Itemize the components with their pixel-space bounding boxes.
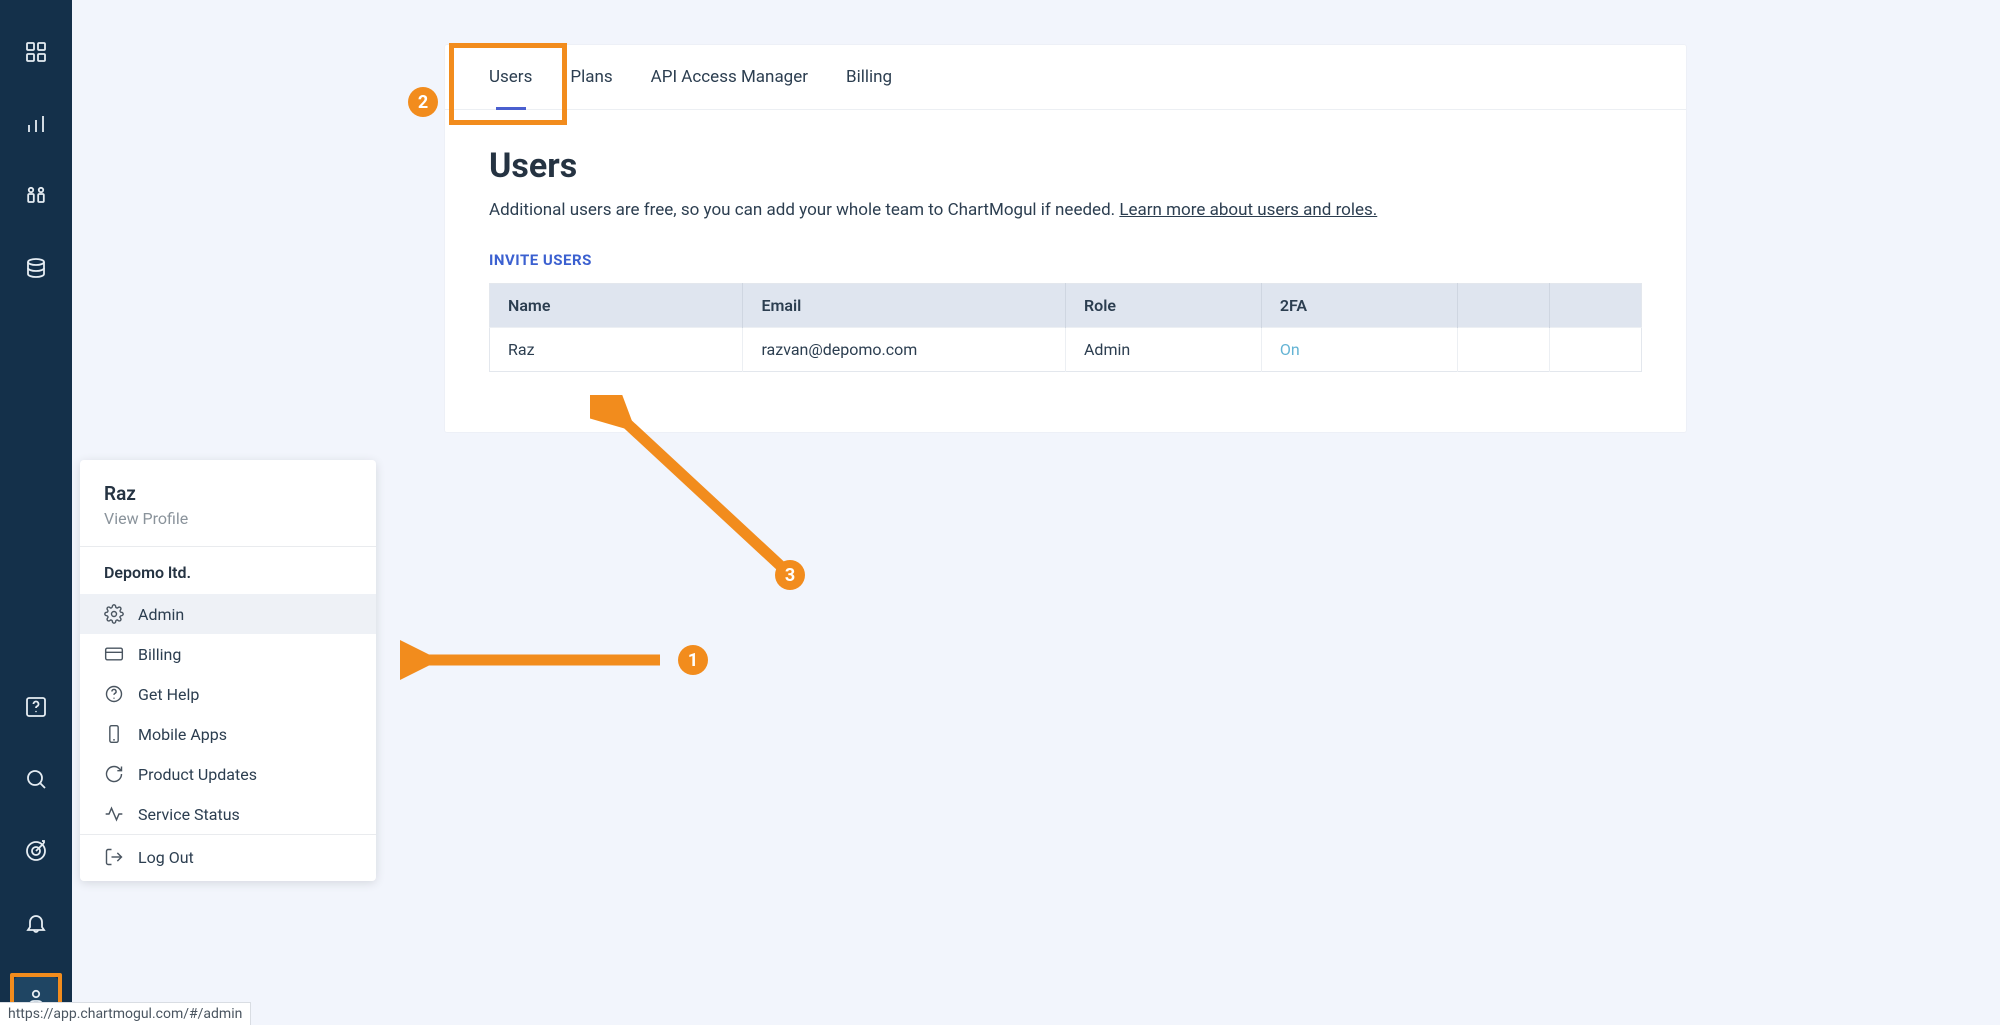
- popover-item-label: Product Updates: [138, 765, 257, 784]
- gear-icon: [104, 604, 124, 624]
- cell-spare-2: [1549, 328, 1641, 372]
- popover-org-name: Depomo ltd.: [80, 547, 376, 594]
- popover-item-updates[interactable]: Product Updates: [80, 754, 376, 794]
- col-spare-1: [1457, 284, 1549, 328]
- rail-segments-icon[interactable]: [14, 174, 58, 218]
- annotation-badge-2: 2: [408, 87, 438, 117]
- tab-billing[interactable]: Billing: [846, 45, 892, 109]
- popover-user-name: Raz: [104, 482, 352, 505]
- invite-users-link[interactable]: INVITE USERS: [489, 251, 592, 269]
- users-table: Name Email Role 2FA Raz razvan@depomo.co…: [489, 283, 1642, 372]
- popover-item-logout[interactable]: Log Out: [80, 835, 376, 881]
- rail-dashboard-icon[interactable]: [14, 30, 58, 74]
- pulse-icon: [104, 804, 124, 824]
- col-role: Role: [1065, 284, 1261, 328]
- profile-popover: Raz View Profile Depomo ltd. Admin Billi…: [80, 460, 376, 881]
- left-rail: [0, 0, 72, 1025]
- tab-api[interactable]: API Access Manager: [651, 45, 808, 109]
- popover-view-profile[interactable]: View Profile: [104, 509, 352, 528]
- mobile-icon: [104, 724, 124, 744]
- cell-2fa: On: [1261, 328, 1457, 372]
- popover-item-label: Admin: [138, 605, 184, 624]
- col-name: Name: [490, 284, 743, 328]
- logout-icon: [104, 847, 124, 867]
- table-header-row: Name Email Role 2FA: [490, 284, 1642, 328]
- popover-item-billing[interactable]: Billing: [80, 634, 376, 674]
- tab-users[interactable]: Users: [489, 45, 532, 109]
- col-email: Email: [743, 284, 1066, 328]
- col-2fa: 2FA: [1261, 284, 1457, 328]
- cell-role: Admin: [1065, 328, 1261, 372]
- cell-name: Raz: [490, 328, 743, 372]
- subtitle-text: Additional users are free, so you can ad…: [489, 200, 1119, 220]
- page-title: Users: [489, 146, 1642, 186]
- rail-notifications-icon[interactable]: [14, 901, 58, 945]
- annotation-arrow-1: [400, 635, 680, 685]
- rail-help-icon[interactable]: [14, 685, 58, 729]
- tab-plans[interactable]: Plans: [570, 45, 612, 109]
- rail-analytics-icon[interactable]: [14, 102, 58, 146]
- refresh-icon: [104, 764, 124, 784]
- rail-data-icon[interactable]: [14, 246, 58, 290]
- popover-header[interactable]: Raz View Profile: [80, 460, 376, 546]
- popover-item-label: Mobile Apps: [138, 725, 227, 744]
- page-subtitle: Additional users are free, so you can ad…: [489, 200, 1642, 220]
- admin-tabs: Users Plans API Access Manager Billing: [445, 45, 1686, 110]
- annotation-badge-3: 3: [775, 560, 805, 590]
- rail-search-icon[interactable]: [14, 757, 58, 801]
- popover-item-admin[interactable]: Admin: [80, 594, 376, 634]
- rail-goals-icon[interactable]: [14, 829, 58, 873]
- question-icon: [104, 684, 124, 704]
- popover-item-label: Get Help: [138, 685, 199, 704]
- table-row[interactable]: Raz razvan@depomo.com Admin On: [490, 328, 1642, 372]
- col-spare-2: [1549, 284, 1641, 328]
- admin-card: Users Plans API Access Manager Billing U…: [445, 45, 1686, 432]
- tab-content: Users Additional users are free, so you …: [445, 110, 1686, 432]
- status-link: https://app.chartmogul.com/#/admin: [0, 1002, 251, 1025]
- cell-spare-1: [1457, 328, 1549, 372]
- popover-item-status[interactable]: Service Status: [80, 794, 376, 834]
- learn-more-link[interactable]: Learn more about users and roles.: [1119, 200, 1377, 220]
- card-icon: [104, 644, 124, 664]
- annotation-badge-1: 1: [678, 645, 708, 675]
- popover-item-label: Log Out: [138, 848, 194, 867]
- cell-email: razvan@depomo.com: [743, 328, 1066, 372]
- popover-item-help[interactable]: Get Help: [80, 674, 376, 714]
- popover-item-label: Billing: [138, 645, 181, 664]
- popover-item-mobile[interactable]: Mobile Apps: [80, 714, 376, 754]
- popover-item-label: Service Status: [138, 805, 240, 824]
